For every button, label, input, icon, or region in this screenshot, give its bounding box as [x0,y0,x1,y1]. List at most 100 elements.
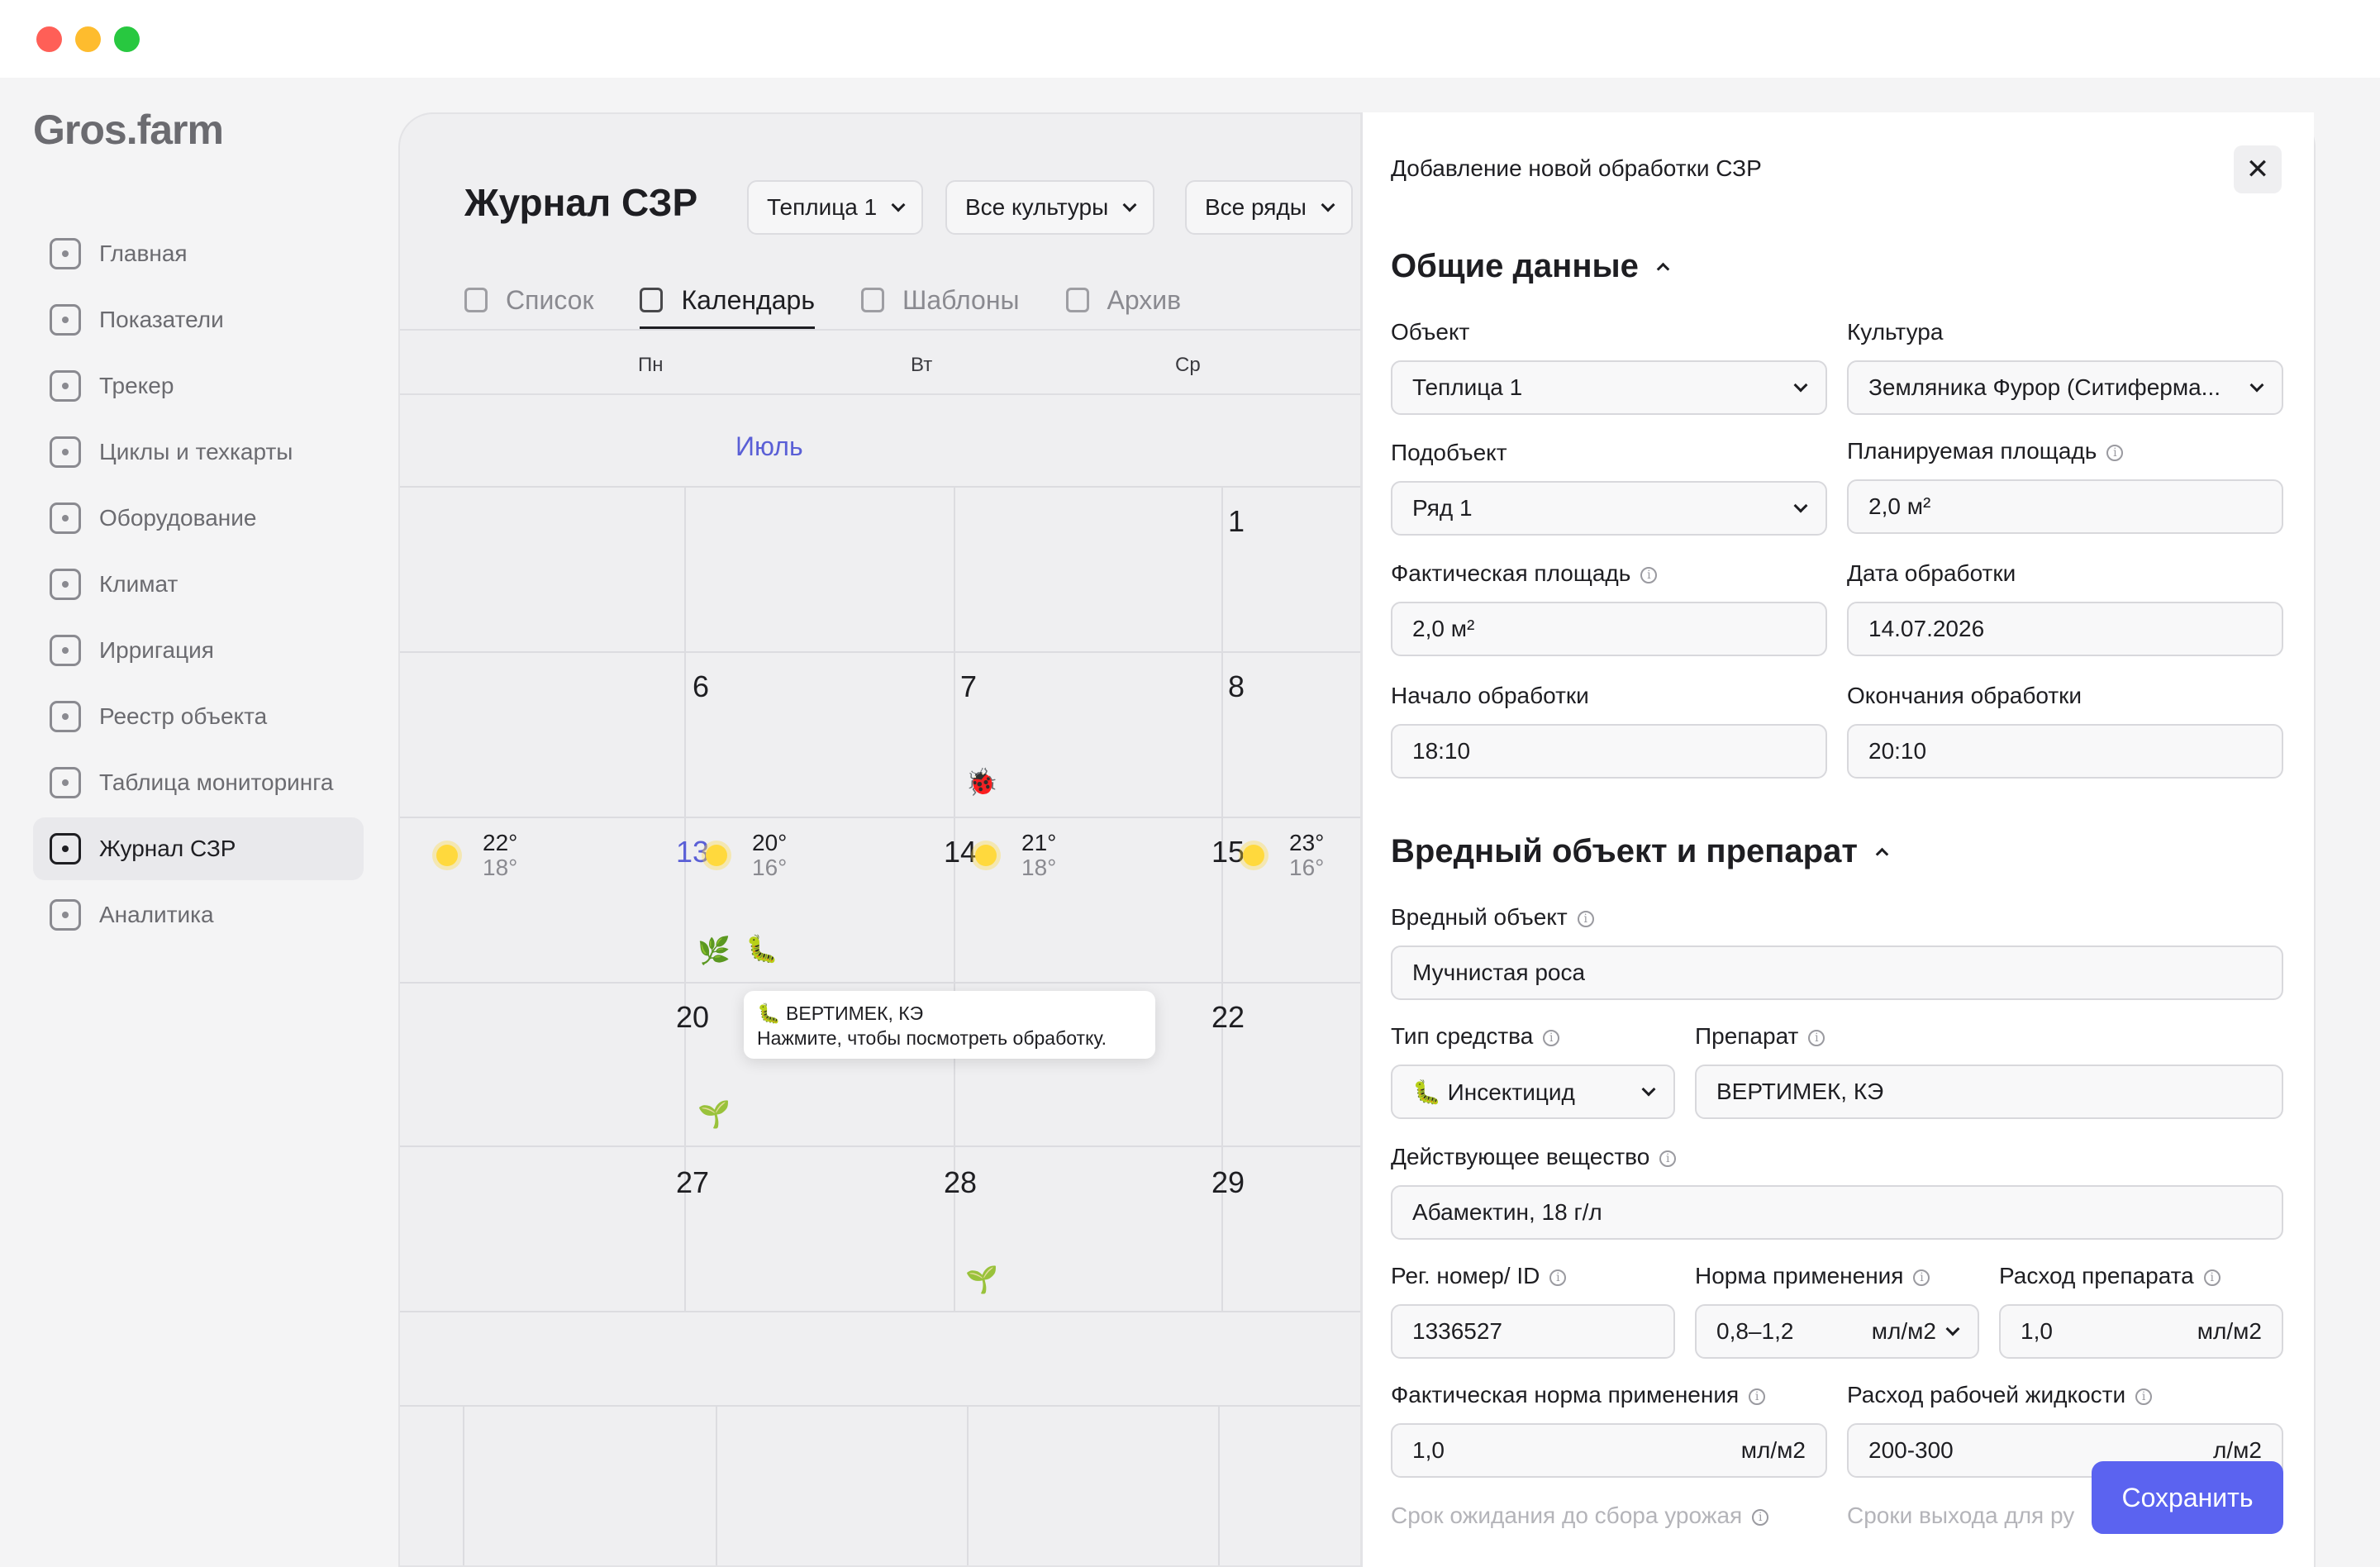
sidebar-item-irrigation[interactable]: Ирригация [33,619,364,682]
sun-icon [1243,845,1264,866]
day-number-today[interactable]: 13 [659,835,709,869]
day-number[interactable]: 8 [1195,669,1245,704]
pest-input[interactable]: Мучнистая роса [1391,945,2283,1000]
drawer-title: Добавление новой обработки СЗР [1391,155,1762,181]
info-icon[interactable]: i [1749,1388,1766,1405]
info-icon[interactable]: i [1808,1029,1825,1046]
rate-select[interactable]: 0,8–1,2 мл/м2 [1695,1304,1979,1359]
list-icon [464,288,488,312]
thermometer-icon [50,569,81,600]
consumption-label: Расход препарата i [1999,1263,2221,1289]
liquid-label: Расход рабочей жидкости i [1847,1382,2153,1408]
info-icon[interactable]: i [1549,1269,1567,1286]
tab-label: Список [506,284,594,315]
ingredient-label: Действующее вещество i [1391,1144,1677,1170]
document-icon [50,436,81,468]
ingredient-input[interactable]: Абамектин, 18 г/л [1391,1185,2283,1240]
chevron-down-icon [2249,378,2264,392]
day-number[interactable]: 7 [927,669,977,704]
type-select[interactable]: 🐛 Инсектицид [1391,1065,1675,1119]
liquid-value: 200-300 [1868,1437,1954,1463]
info-icon[interactable]: i [1640,566,1658,583]
actual-rate-label: Фактическая норма применения i [1391,1382,1766,1408]
minimize-window-button[interactable] [75,26,101,52]
rows-filter[interactable]: Все ряды [1185,180,1353,235]
liquid-unit: л/м2 [2213,1437,2262,1463]
sidebar-item-journal[interactable]: Журнал СЗР [33,817,364,880]
culture-select[interactable]: Земляника Фурор (Ситиферма... [1847,360,2283,415]
view-tabs: Список Календарь Шаблоны Архив [464,271,1227,329]
save-button[interactable]: Сохранить [2092,1461,2283,1534]
sidebar-item-climate[interactable]: Климат [33,553,364,616]
chevron-down-icon [1321,198,1335,212]
section-title: Вредный объект и препарат [1391,833,1858,869]
sprout-icon[interactable]: 🌱 [965,1266,998,1293]
treatment-tooltip: 🐛 ВЕРТИМЕК, КЭ Нажмите, чтобы посмотреть… [744,991,1155,1059]
day-number[interactable]: 28 [927,1165,977,1200]
day-number[interactable]: 15 [1195,835,1245,869]
tab-archive[interactable]: Архив [1065,271,1181,329]
tracker-icon [50,370,81,402]
ladybug-icon[interactable]: 🐞 [965,769,998,795]
greenhouse-filter[interactable]: Теплица 1 [747,180,924,235]
product-input[interactable]: ВЕРТИМЕК, КЭ [1695,1065,2283,1119]
tab-list[interactable]: Список [464,271,593,329]
day-number[interactable]: 29 [1195,1165,1245,1200]
tab-templates[interactable]: Шаблоны [860,271,1020,329]
crops-filter[interactable]: Все культуры [945,180,1155,235]
planned-area-input[interactable]: 2,0 м² [1847,479,2283,534]
sidebar-item-label: Климат [99,571,178,597]
section-title: Общие данные [1391,248,1639,284]
sidebar-item-cycles[interactable]: Циклы и техкарты [33,421,364,483]
maximize-window-button[interactable] [114,26,140,52]
info-icon[interactable]: i [1659,1150,1677,1167]
sidebar-item-monitoring[interactable]: Таблица мониторинга [33,751,364,814]
calendar-grid-line [716,1405,717,1565]
info-icon[interactable]: i [1913,1269,1930,1286]
chevron-up-icon [1656,262,1670,276]
actual-rate-value: 1,0 [1412,1437,1445,1463]
tab-calendar[interactable]: Календарь [640,271,815,329]
caterpillar-icon[interactable]: 🐛 [745,936,778,962]
info-icon[interactable]: i [2135,1388,2153,1405]
start-time-input[interactable]: 18:10 [1391,724,1827,779]
sidebar-item-home[interactable]: Главная [33,222,364,285]
culture-label: Культура [1847,319,1944,345]
day-number[interactable]: 27 [659,1165,709,1200]
sidebar-item-equipment[interactable]: Оборудование [33,487,364,550]
section-pest[interactable]: Вредный объект и препарат [1391,833,1889,870]
end-time-input[interactable]: 20:10 [1847,724,2283,779]
section-general[interactable]: Общие данные [1391,248,1670,285]
day-number[interactable]: 14 [927,835,977,869]
info-icon[interactable]: i [1752,1508,1769,1526]
sprout-icon[interactable]: 🌱 [697,1101,731,1127]
info-icon[interactable]: i [2106,444,2124,461]
day-number[interactable]: 1 [1195,504,1245,539]
info-icon[interactable]: i [1577,910,1594,927]
chevron-down-icon [1945,1322,1960,1336]
day-number[interactable]: 6 [659,669,709,704]
close-drawer-button[interactable]: ✕ [2234,145,2282,193]
date-input[interactable]: 14.07.2026 [1847,602,2283,656]
day-number[interactable]: 20 [659,1000,709,1035]
info-icon[interactable]: i [1543,1029,1560,1046]
object-select[interactable]: Теплица 1 [1391,360,1827,415]
reg-input[interactable]: 1336527 [1391,1304,1675,1359]
calendar-grid-line [400,651,1362,653]
info-icon[interactable]: i [2203,1269,2221,1286]
herb-icon[interactable]: 🌿 [697,937,731,964]
sidebar-item-analytics[interactable]: Аналитика [33,884,364,946]
sidebar-item-label: Журнал СЗР [99,836,236,861]
sidebar-item-metrics[interactable]: Показатели [33,288,364,351]
close-window-button[interactable] [36,26,62,52]
calendar-grid-line [463,1405,464,1565]
day-number[interactable]: 22 [1195,1000,1245,1035]
actual-area-input[interactable]: 2,0 м² [1391,602,1827,656]
actual-rate-input[interactable]: 1,0 мл/м2 [1391,1423,1827,1478]
subobject-select[interactable]: Ряд 1 [1391,481,1827,536]
sidebar-item-tracker[interactable]: Трекер [33,355,364,417]
consumption-input[interactable]: 1,0 мл/м2 [1999,1304,2283,1359]
logo[interactable]: Gros.farm [33,106,224,154]
sidebar-item-registry[interactable]: Реестр объекта [33,685,364,748]
tooltip-title: 🐛 ВЕРТИМЕК, КЭ [757,1003,924,1024]
